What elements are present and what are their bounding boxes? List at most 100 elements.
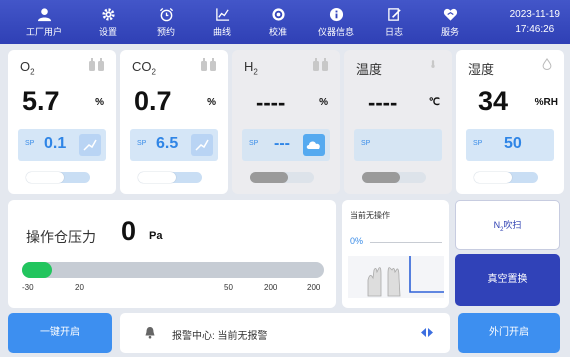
- n2-purge-button[interactable]: N2吹扫: [455, 200, 560, 250]
- toggle-knob: [474, 172, 512, 183]
- sp-value: 50: [504, 135, 522, 152]
- sp-label: SP: [361, 140, 371, 147]
- nav-item-log[interactable]: 日志: [368, 4, 420, 42]
- sensor-unit: ℃: [428, 97, 440, 108]
- nav-item-user[interactable]: 工厂用户: [18, 4, 70, 42]
- pressure-bar-fill: [22, 262, 53, 278]
- user-icon: [37, 8, 51, 22]
- sp-value: ---: [274, 135, 290, 152]
- nav-label: 服务: [440, 27, 459, 37]
- clock: 2023-11-19 17:46:26: [510, 7, 560, 37]
- sensor-value: 0.7: [134, 86, 172, 116]
- pressure-tick: 200: [307, 283, 321, 292]
- cloud-button[interactable]: [303, 134, 325, 156]
- adjust-button[interactable]: [191, 134, 213, 156]
- nav-item-settings[interactable]: 设置: [82, 4, 134, 42]
- sp-label: SP: [249, 140, 259, 147]
- sensor-unit: %: [95, 97, 104, 108]
- sensor-card-co2: CO2 0.7 % SP 6.5: [120, 50, 228, 194]
- nav-item-curve[interactable]: 曲线: [196, 4, 248, 42]
- pressure-tick: -30: [22, 283, 34, 292]
- toggle-knob: [26, 172, 64, 183]
- pressure-tick: 50: [224, 283, 233, 292]
- nav-item-instrument-info[interactable]: 仪器信息: [310, 4, 362, 42]
- sensor-unit: %: [207, 97, 216, 108]
- gas-bottle-icon: [313, 58, 328, 71]
- pressure-panel: 操作仓压力 0 Pa -30 20 50 200 200: [8, 200, 336, 308]
- nav-label: 设置: [98, 27, 117, 37]
- sensor-unit: %RH: [534, 97, 558, 108]
- sp-label: SP: [137, 140, 147, 147]
- log-icon: [387, 8, 401, 21]
- sensor-name: CO2: [132, 59, 156, 77]
- sensor-card-h2: H2 ---- % SP ---: [232, 50, 340, 194]
- sp-value: 0.1: [44, 135, 67, 152]
- top-nav-bar: 工厂用户 设置 预约 曲线 校准 仪器信息 日志 服务 2023-11-19 1…: [0, 0, 570, 44]
- nav-item-calibrate[interactable]: 校准: [252, 4, 304, 42]
- thermometer-icon: [431, 60, 435, 68]
- nav-label: 日志: [384, 27, 403, 37]
- clock-time: 17:46:26: [515, 24, 555, 35]
- setpoint-field[interactable]: SP 50: [466, 129, 554, 161]
- scroll-arrows-icon[interactable]: [420, 327, 434, 338]
- sensor-card-temperature: 温度 ---- ℃ SP: [344, 50, 452, 194]
- setpoint-field[interactable]: SP 0.1: [18, 129, 106, 161]
- toggle-knob: [250, 172, 288, 183]
- sp-label: SP: [25, 140, 35, 147]
- nav-label: 仪器信息: [317, 27, 354, 37]
- alarm-clock-icon: [159, 7, 173, 22]
- line-chart-icon: [195, 139, 209, 151]
- outer-door-open-button[interactable]: 外门开启: [458, 313, 560, 353]
- sensor-name: 湿度: [468, 62, 495, 77]
- enable-toggle[interactable]: [474, 172, 538, 183]
- sensor-name: O2: [20, 59, 35, 77]
- clock-date: 2023-11-19: [509, 9, 560, 20]
- gas-bottle-icon: [201, 58, 216, 71]
- sensor-unit: %: [319, 97, 328, 108]
- cloud-icon: [306, 141, 320, 149]
- nav-label: 曲线: [212, 27, 231, 37]
- enable-toggle[interactable]: [26, 172, 90, 183]
- service-icon: [443, 8, 457, 21]
- pressure-title: 操作仓压力: [26, 229, 96, 245]
- bell-icon: [145, 327, 155, 339]
- target-icon: [271, 8, 285, 21]
- setpoint-field[interactable]: SP ---: [242, 129, 330, 161]
- sp-value: 6.5: [156, 135, 179, 152]
- info-icon: [329, 7, 343, 22]
- pressure-bar: [22, 262, 324, 278]
- gear-icon: [101, 8, 115, 21]
- sensor-name: 温度: [356, 62, 383, 77]
- glovebox-diagram-icon: [348, 256, 444, 298]
- pressure-unit: Pa: [149, 230, 163, 242]
- chart-icon: [215, 8, 229, 21]
- nav-label: 校准: [268, 27, 287, 37]
- line-chart-icon: [83, 139, 97, 151]
- sensor-value: ----: [368, 90, 398, 115]
- sensor-value: ----: [256, 90, 286, 115]
- enable-toggle[interactable]: [138, 172, 202, 183]
- sensor-card-humidity: 湿度 34 %RH SP 50: [456, 50, 564, 194]
- nav-item-schedule[interactable]: 预约: [140, 4, 192, 42]
- alarm-center[interactable]: 报警中心: 当前无报警: [120, 313, 450, 353]
- alarm-text: 报警中心: 当前无报警: [172, 331, 268, 342]
- adjust-button[interactable]: [79, 134, 101, 156]
- enable-toggle[interactable]: [362, 172, 426, 183]
- sensor-value: 34: [478, 86, 509, 116]
- setpoint-field[interactable]: SP: [354, 129, 442, 161]
- sensor-name: H2: [244, 59, 258, 77]
- sensor-card-o2: O2 5.7 % SP 0.1: [8, 50, 116, 194]
- operation-progress-line: [370, 242, 442, 243]
- setpoint-field[interactable]: SP 6.5: [130, 129, 218, 161]
- droplet-icon: [542, 58, 552, 70]
- toggle-knob: [362, 172, 400, 183]
- sp-label: SP: [473, 140, 483, 147]
- gas-bottle-icon: [89, 58, 104, 71]
- nav-item-service[interactable]: 服务: [424, 4, 476, 42]
- vacuum-replace-button[interactable]: 真空置换: [455, 254, 560, 306]
- sensor-value: 5.7: [22, 86, 60, 116]
- enable-toggle[interactable]: [250, 172, 314, 183]
- pressure-value: 0: [121, 216, 137, 246]
- pressure-tick: 20: [75, 283, 84, 292]
- one-key-start-button[interactable]: 一键开启: [8, 313, 112, 353]
